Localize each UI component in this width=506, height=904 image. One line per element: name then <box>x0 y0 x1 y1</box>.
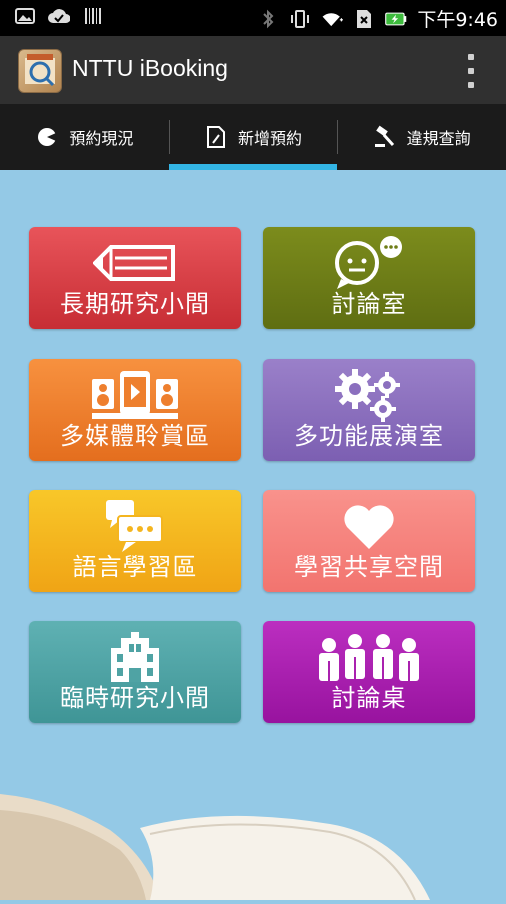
app-logo-icon[interactable] <box>18 49 62 93</box>
app-title: NTTU iBooking <box>72 55 228 81</box>
tile-temporary-study-room[interactable]: 臨時研究小間 <box>29 621 241 723</box>
tile-multimedia-area[interactable]: 多媒體聆賞區 <box>29 359 241 461</box>
gears-icon <box>263 369 475 422</box>
tab-new-booking[interactable]: 新增預約 <box>168 104 338 170</box>
tile-multi-function-hall[interactable]: 多功能展演室 <box>263 359 475 461</box>
clock: 下午9:46 <box>417 9 498 31</box>
tab-label: 預約現況 <box>69 129 134 148</box>
tab-bar: 預約現況 新增預約 違規查詢 <box>0 104 506 170</box>
status-bar: 下午9:46 <box>0 0 506 36</box>
action-bar: NTTU iBooking <box>0 36 506 104</box>
tile-label: 長期研究小間 <box>60 290 210 318</box>
tile-label: 學習共享空間 <box>294 553 444 581</box>
wifi-icon <box>321 9 344 29</box>
tab-label: 新增預約 <box>238 129 303 148</box>
pencil-icon <box>29 237 241 289</box>
speech-bubbles-icon <box>29 500 241 552</box>
document-edit-icon <box>204 125 228 149</box>
tile-label: 臨時研究小間 <box>60 684 210 712</box>
tile-label: 討論室 <box>331 290 407 318</box>
tile-label: 多媒體聆賞區 <box>60 422 210 450</box>
battery-charging-icon <box>385 9 407 29</box>
pie-chart-icon <box>35 125 59 149</box>
tab-status[interactable]: 預約現況 <box>0 104 169 170</box>
picture-icon <box>14 6 36 26</box>
building-icon <box>29 631 241 683</box>
tile-label: 語言學習區 <box>72 553 198 581</box>
sim-icon <box>353 9 375 29</box>
tile-language-learning-area[interactable]: 語言學習區 <box>29 490 241 592</box>
vibrate-icon <box>289 9 311 29</box>
heart-icon <box>263 500 475 552</box>
tab-violations[interactable]: 違規查詢 <box>337 104 506 170</box>
overflow-menu-icon[interactable] <box>466 54 476 88</box>
book-background-image <box>0 770 506 901</box>
tile-long-term-study-room[interactable]: 長期研究小間 <box>29 227 241 329</box>
media-player-icon <box>29 369 241 421</box>
tile-discussion-table[interactable]: 討論桌 <box>263 621 475 723</box>
tile-label: 多功能展演室 <box>294 422 444 450</box>
tile-learning-commons[interactable]: 學習共享空間 <box>263 490 475 592</box>
bluetooth-icon <box>257 9 279 29</box>
barcode-icon <box>82 6 104 26</box>
tab-label: 違規查詢 <box>406 129 471 148</box>
tile-discussion-room[interactable]: 討論室 <box>263 227 475 329</box>
tile-label: 討論桌 <box>331 684 407 712</box>
group-people-icon <box>263 631 475 683</box>
cloud-check-icon <box>48 6 70 26</box>
chat-bubble-person-icon <box>263 236 475 289</box>
gavel-icon <box>373 125 397 149</box>
